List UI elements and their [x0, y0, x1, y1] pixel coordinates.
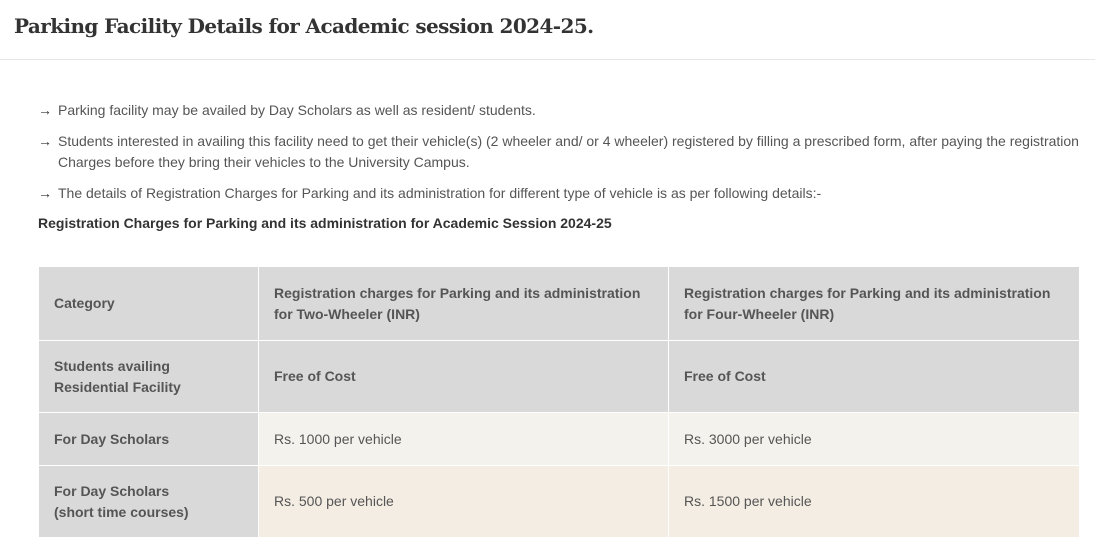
category-cell: For Day Scholars (short time courses): [38, 465, 259, 538]
column-header-category: Category: [38, 266, 259, 341]
registration-charges-table: Category Registration charges for Parkin…: [38, 266, 1080, 538]
category-cell: Students availing Residential Facility: [38, 340, 259, 413]
bullet-text: Students interested in availing this fac…: [58, 133, 1079, 170]
arrow-right-icon: →: [38, 185, 52, 201]
column-header-two-wheeler: Registration charges for Parking and its…: [258, 266, 669, 341]
page-header: Parking Facility Details for Academic se…: [0, 0, 1095, 60]
four-wheeler-charge: Rs. 3000 per vehicle: [668, 412, 1080, 466]
table-row: For Day Scholars Rs. 1000 per vehicle Rs…: [38, 412, 1080, 466]
bullet-item: → Parking facility may be availed by Day…: [38, 100, 1088, 121]
page-title: Parking Facility Details for Academic se…: [14, 14, 594, 38]
arrow-right-icon: →: [38, 133, 52, 149]
two-wheeler-charge: Rs. 1000 per vehicle: [258, 412, 669, 466]
table-row: For Day Scholars (short time courses) Rs…: [38, 465, 1080, 538]
four-wheeler-charge: Rs. 1500 per vehicle: [668, 465, 1080, 538]
bullet-item: → Students interested in availing this f…: [38, 131, 1088, 173]
category-cell: For Day Scholars: [38, 412, 259, 466]
table-row: Students availing Residential Facility F…: [38, 340, 1080, 413]
column-header-four-wheeler: Registration charges for Parking and its…: [668, 266, 1080, 341]
bullet-text: Parking facility may be availed by Day S…: [58, 102, 536, 118]
table-header-row: Category Registration charges for Parkin…: [38, 266, 1080, 341]
bullet-item: → The details of Registration Charges fo…: [38, 183, 1088, 204]
info-bullet-list: → Parking facility may be availed by Day…: [38, 100, 1088, 214]
two-wheeler-charge: Free of Cost: [258, 340, 669, 413]
table-caption: Registration Charges for Parking and its…: [38, 215, 612, 231]
two-wheeler-charge: Rs. 500 per vehicle: [258, 465, 669, 538]
bullet-text: The details of Registration Charges for …: [58, 185, 822, 201]
arrow-right-icon: →: [38, 102, 52, 118]
four-wheeler-charge: Free of Cost: [668, 340, 1080, 413]
